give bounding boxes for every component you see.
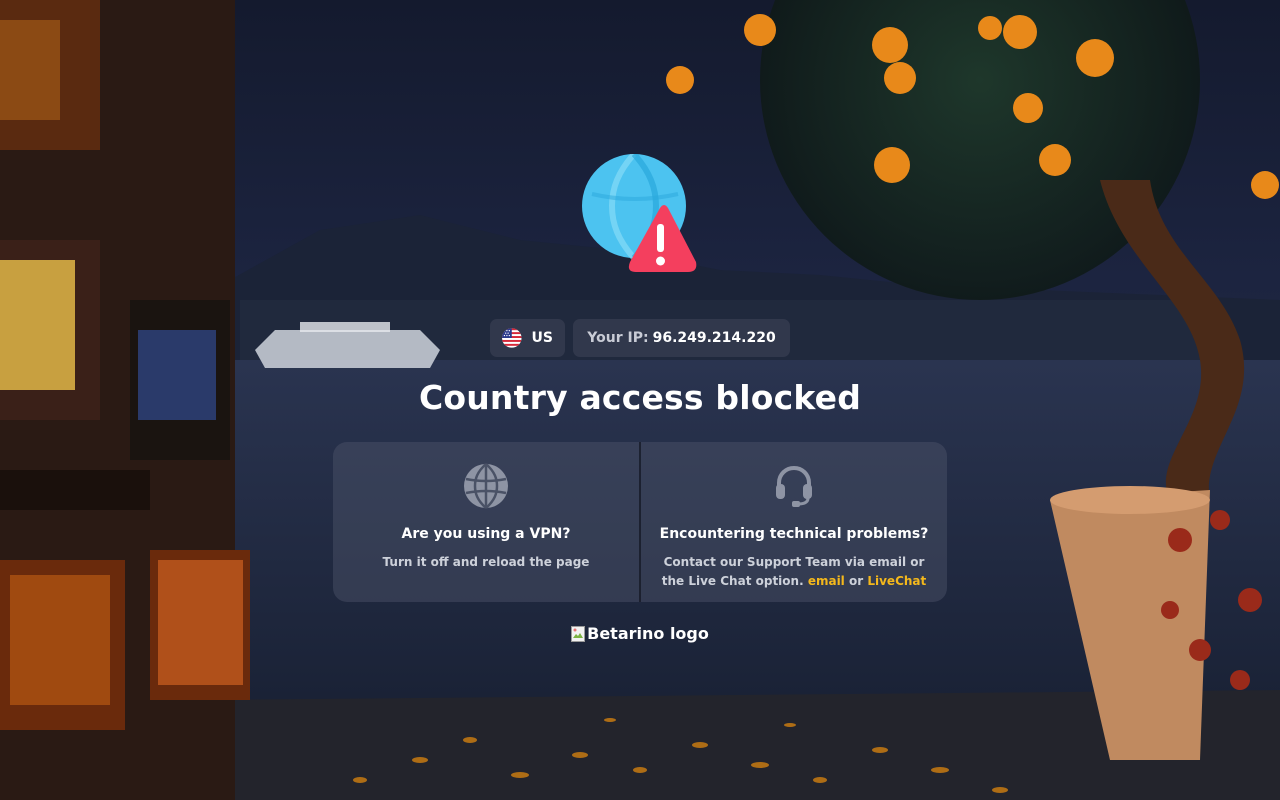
- country-code: US: [531, 330, 553, 346]
- support-text-line2: the Live Chat option.: [661, 574, 804, 588]
- email-link[interactable]: email: [808, 574, 845, 588]
- ip-pill: Your IP: 96.249.214.220: [573, 319, 790, 357]
- or-text: or: [848, 574, 864, 588]
- brand-logo[interactable]: Betarino logo: [0, 624, 1280, 646]
- ip-address: 96.249.214.220: [652, 330, 776, 346]
- vpn-text: Turn it off and reload the page: [382, 555, 590, 569]
- support-text: Contact our Support Team via email or th…: [641, 553, 947, 591]
- us-flag-icon: [502, 328, 522, 348]
- support-section: Encountering technical problems? Contact…: [641, 442, 947, 602]
- location-info: US Your IP: 96.249.214.220: [0, 319, 1280, 357]
- broken-image-icon: [571, 625, 586, 642]
- vpn-section: Are you using a VPN? Turn it off and rel…: [333, 442, 639, 602]
- headset-icon: [776, 465, 812, 507]
- logo-alt-text: Betarino logo: [587, 624, 709, 643]
- globe-icon: [464, 463, 508, 509]
- country-pill: US: [490, 319, 565, 357]
- support-text-line1: Contact our Support Team via email or: [663, 555, 925, 569]
- vpn-title: Are you using a VPN?: [401, 526, 571, 542]
- globe-warning-icon: [582, 154, 697, 272]
- help-panel: Are you using a VPN? Turn it off and rel…: [333, 442, 947, 602]
- support-title: Encountering technical problems?: [659, 526, 929, 542]
- livechat-link[interactable]: LiveChat: [867, 574, 926, 588]
- ip-label: Your IP:: [587, 330, 649, 346]
- page-title: Country access blocked: [418, 378, 862, 417]
